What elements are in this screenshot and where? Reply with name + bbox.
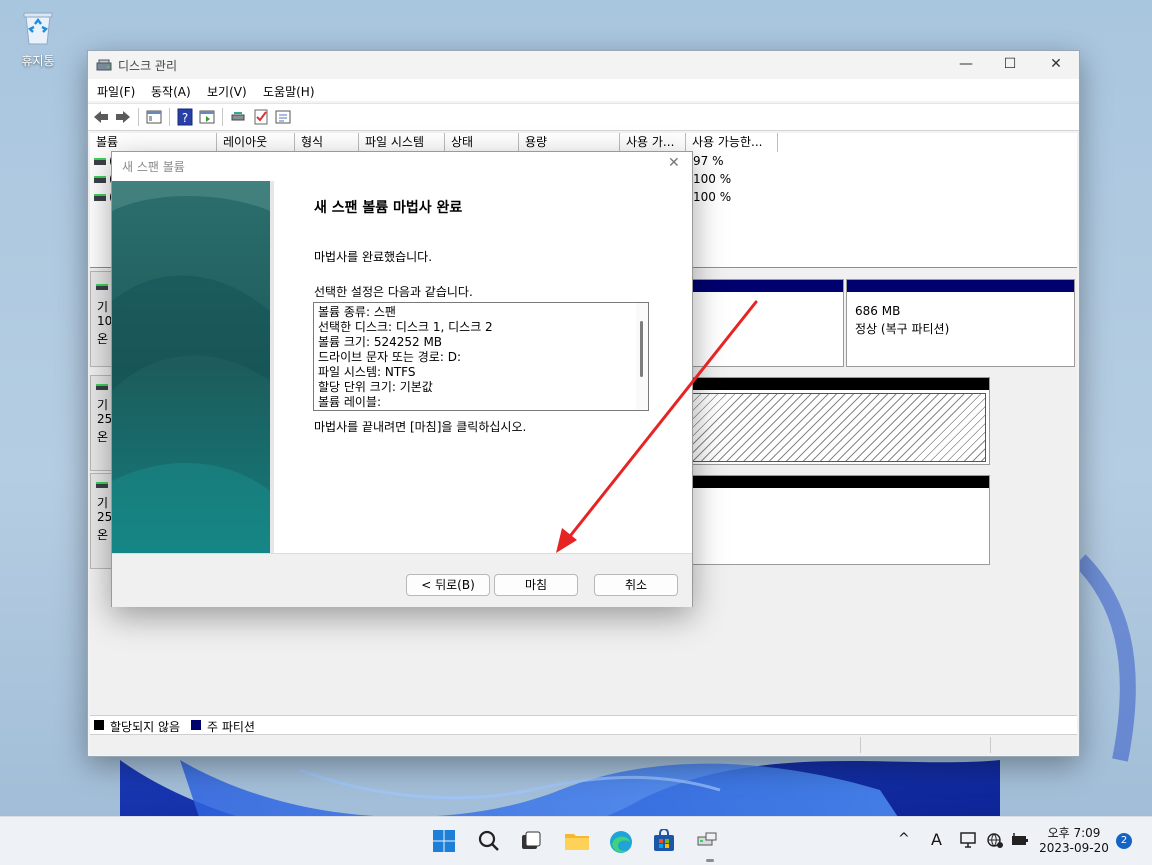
running-indicator [706,859,714,862]
disk-management-taskbar-icon[interactable] [696,829,720,858]
annotation-arrow [556,300,758,553]
file-explorer-icon[interactable] [564,829,590,856]
network-globe-icon[interactable] [986,831,1004,852]
taskbar: ^ A 오후 7:09 2023-09-20 [0,816,1152,865]
notification-count-badge[interactable]: 2 [1116,833,1132,849]
microsoft-store-icon[interactable] [652,828,676,856]
battery-icon[interactable] [1010,831,1030,852]
show-hidden-icons-chevron[interactable]: ^ [898,831,910,847]
task-view-icon[interactable] [520,830,542,855]
search-icon[interactable] [477,829,501,856]
display-monitor-icon[interactable] [960,831,978,852]
start-button-icon[interactable] [432,829,456,856]
ime-indicator[interactable]: A [931,830,942,849]
clock-date[interactable]: 2023-09-20 [1036,841,1112,855]
clock-time[interactable]: 오후 7:09 [1040,824,1108,841]
edge-browser-icon[interactable] [608,829,634,858]
